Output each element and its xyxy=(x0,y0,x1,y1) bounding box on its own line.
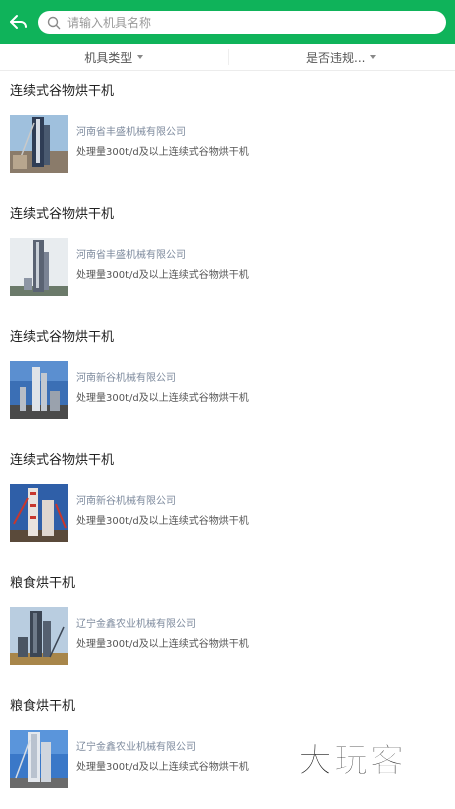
item-thumbnail xyxy=(10,238,68,296)
filter-violation[interactable]: 是否违规... xyxy=(228,44,455,70)
item-description: 处理量300t/d及以上连续式谷物烘干机 xyxy=(76,143,249,158)
item-description: 处理量300t/d及以上连续式谷物烘干机 xyxy=(76,512,249,527)
filter-violation-label: 是否违规... xyxy=(306,49,365,66)
item-thumbnail xyxy=(10,607,68,665)
item-company: 河南新谷机械有限公司 xyxy=(76,492,176,507)
item-company: 河南新谷机械有限公司 xyxy=(76,369,176,384)
filter-machine-type-label: 机具类型 xyxy=(84,49,132,66)
list-item[interactable]: 粮食烘干机 辽宁金鑫农业机械有限公司 处理量300t/d及以上连续式谷物烘干机 xyxy=(0,686,455,809)
list-item[interactable]: 粮食烘干机 辽宁金鑫农业机械有限公司 处理量300t/d及以上连续式谷物烘干机 xyxy=(0,563,455,686)
item-thumbnail xyxy=(10,361,68,419)
item-company: 辽宁金鑫农业机械有限公司 xyxy=(76,615,196,630)
product-list: 连续式谷物烘干机 河南省丰盛机械有限公司 处理量300t/d及以上连续式谷物烘干… xyxy=(0,71,455,809)
item-thumbnail xyxy=(10,115,68,173)
top-bar xyxy=(0,0,455,44)
item-thumbnail xyxy=(10,730,68,788)
item-title: 粮食烘干机 xyxy=(10,695,75,714)
caret-down-icon xyxy=(370,55,376,59)
item-thumbnail xyxy=(10,484,68,542)
search-icon xyxy=(47,16,61,30)
item-title: 连续式谷物烘干机 xyxy=(10,203,114,222)
item-company: 河南省丰盛机械有限公司 xyxy=(76,246,186,261)
filter-bar: 机具类型 是否违规... xyxy=(0,44,455,71)
item-title: 连续式谷物烘干机 xyxy=(10,326,114,345)
item-title: 粮食烘干机 xyxy=(10,572,75,591)
item-title: 连续式谷物烘干机 xyxy=(10,80,114,99)
item-company: 河南省丰盛机械有限公司 xyxy=(76,123,186,138)
search-box[interactable] xyxy=(38,11,446,34)
search-input[interactable] xyxy=(67,16,427,30)
list-item[interactable]: 连续式谷物烘干机 河南省丰盛机械有限公司 处理量300t/d及以上连续式谷物烘干… xyxy=(0,71,455,194)
item-title: 连续式谷物烘干机 xyxy=(10,449,114,468)
filter-machine-type[interactable]: 机具类型 xyxy=(0,44,228,70)
caret-down-icon xyxy=(137,55,143,59)
item-description: 处理量300t/d及以上连续式谷物烘干机 xyxy=(76,635,249,650)
item-description: 处理量300t/d及以上连续式谷物烘干机 xyxy=(76,389,249,404)
back-arrow-icon xyxy=(9,14,29,30)
item-company: 辽宁金鑫农业机械有限公司 xyxy=(76,738,196,753)
list-item[interactable]: 连续式谷物烘干机 河南新谷机械有限公司 处理量300t/d及以上连续式谷物烘干机 xyxy=(0,317,455,440)
item-description: 处理量300t/d及以上连续式谷物烘干机 xyxy=(76,758,249,773)
list-item[interactable]: 连续式谷物烘干机 河南新谷机械有限公司 处理量300t/d及以上连续式谷物烘干机 xyxy=(0,440,455,563)
back-button[interactable] xyxy=(6,8,32,36)
list-item[interactable]: 连续式谷物烘干机 河南省丰盛机械有限公司 处理量300t/d及以上连续式谷物烘干… xyxy=(0,194,455,317)
item-description: 处理量300t/d及以上连续式谷物烘干机 xyxy=(76,266,249,281)
